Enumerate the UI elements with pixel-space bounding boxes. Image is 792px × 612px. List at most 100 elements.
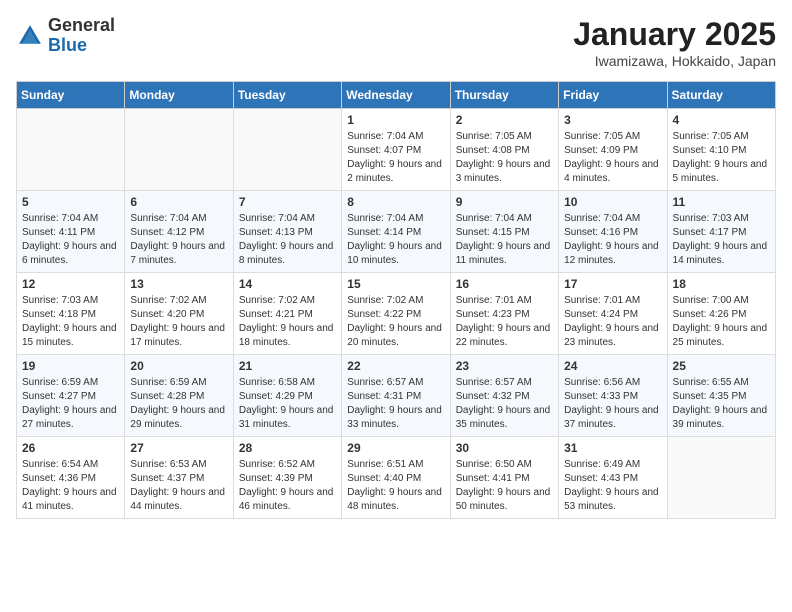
calendar-day-cell: 3 Sunrise: 7:05 AM Sunset: 4:09 PM Daylig…	[559, 109, 667, 191]
calendar-empty-cell	[233, 109, 341, 191]
location: Iwamizawa, Hokkaido, Japan	[573, 53, 776, 69]
day-number: 11	[673, 195, 770, 209]
day-info: Sunrise: 7:02 AM Sunset: 4:20 PM Dayligh…	[130, 294, 227, 350]
calendar-header: SundayMondayTuesdayWednesdayThursdayFrid…	[17, 82, 776, 109]
day-info: Sunrise: 7:03 AM Sunset: 4:17 PM Dayligh…	[673, 212, 770, 268]
calendar-week-row: 19 Sunrise: 6:59 AM Sunset: 4:27 PM Dayli…	[17, 355, 776, 437]
day-of-week-header: Thursday	[450, 82, 558, 109]
calendar-day-cell: 27Sunrise: 6:53 AM Sunset: 4:37 PM Dayli…	[125, 437, 233, 519]
calendar-day-cell: 19 Sunrise: 6:59 AM Sunset: 4:27 PM Dayli…	[17, 355, 125, 437]
day-number: 19	[22, 359, 119, 373]
calendar-week-row: 12Sunrise: 7:03 AM Sunset: 4:18 PM Dayli…	[17, 273, 776, 355]
day-info: Sunrise: 6:57 AM Sunset: 4:31 PM Dayligh…	[347, 376, 444, 432]
day-info: Sunrise: 6:52 AM Sunset: 4:39 PM Dayligh…	[239, 458, 336, 514]
day-number: 13	[130, 277, 227, 291]
calendar-day-cell: 9Sunrise: 7:04 AM Sunset: 4:15 PM Daylig…	[450, 191, 558, 273]
calendar-day-cell: 16 Sunrise: 7:01 AM Sunset: 4:23 PM Dayli…	[450, 273, 558, 355]
day-info: Sunrise: 7:02 AM Sunset: 4:21 PM Dayligh…	[239, 294, 336, 350]
calendar-day-cell: 1Sunrise: 7:04 AM Sunset: 4:07 PM Daylig…	[342, 109, 450, 191]
day-number: 15	[347, 277, 444, 291]
day-of-week-header: Wednesday	[342, 82, 450, 109]
logo-text: General Blue	[48, 16, 115, 56]
day-number: 3	[564, 113, 661, 127]
calendar-day-cell: 15 Sunrise: 7:02 AM Sunset: 4:22 PM Dayli…	[342, 273, 450, 355]
day-number: 12	[22, 277, 119, 291]
day-info: Sunrise: 7:01 AM Sunset: 4:24 PM Dayligh…	[564, 294, 661, 350]
day-info: Sunrise: 6:49 AM Sunset: 4:43 PM Dayligh…	[564, 458, 661, 514]
calendar-day-cell: 8 Sunrise: 7:04 AM Sunset: 4:14 PM Daylig…	[342, 191, 450, 273]
calendar-day-cell: 2Sunrise: 7:05 AM Sunset: 4:08 PM Daylig…	[450, 109, 558, 191]
day-info: Sunrise: 7:02 AM Sunset: 4:22 PM Dayligh…	[347, 294, 444, 350]
day-info: Sunrise: 6:58 AM Sunset: 4:29 PM Dayligh…	[239, 376, 336, 432]
generalblue-logo-icon	[16, 22, 44, 50]
calendar-empty-cell	[125, 109, 233, 191]
calendar-day-cell: 5Sunrise: 7:04 AM Sunset: 4:11 PM Daylig…	[17, 191, 125, 273]
calendar-day-cell: 6 Sunrise: 7:04 AM Sunset: 4:12 PM Daylig…	[125, 191, 233, 273]
calendar-day-cell: 10 Sunrise: 7:04 AM Sunset: 4:16 PM Dayli…	[559, 191, 667, 273]
day-info: Sunrise: 7:01 AM Sunset: 4:23 PM Dayligh…	[456, 294, 553, 350]
day-info: Sunrise: 7:04 AM Sunset: 4:12 PM Dayligh…	[130, 212, 227, 268]
day-info: Sunrise: 7:04 AM Sunset: 4:07 PM Dayligh…	[347, 130, 444, 186]
calendar-week-row: 5Sunrise: 7:04 AM Sunset: 4:11 PM Daylig…	[17, 191, 776, 273]
day-number: 6	[130, 195, 227, 209]
calendar-day-cell: 18 Sunrise: 7:00 AM Sunset: 4:26 PM Dayli…	[667, 273, 775, 355]
calendar-day-cell: 28 Sunrise: 6:52 AM Sunset: 4:39 PM Dayli…	[233, 437, 341, 519]
calendar-day-cell: 23Sunrise: 6:57 AM Sunset: 4:32 PM Dayli…	[450, 355, 558, 437]
day-number: 7	[239, 195, 336, 209]
day-info: Sunrise: 7:05 AM Sunset: 4:08 PM Dayligh…	[456, 130, 553, 186]
day-number: 24	[564, 359, 661, 373]
day-number: 20	[130, 359, 227, 373]
day-number: 31	[564, 441, 661, 455]
day-of-week-header: Sunday	[17, 82, 125, 109]
calendar-day-cell: 11 Sunrise: 7:03 AM Sunset: 4:17 PM Dayli…	[667, 191, 775, 273]
day-of-week-header: Monday	[125, 82, 233, 109]
calendar-day-cell: 4Sunrise: 7:05 AM Sunset: 4:10 PM Daylig…	[667, 109, 775, 191]
day-number: 14	[239, 277, 336, 291]
day-number: 30	[456, 441, 553, 455]
day-info: Sunrise: 6:59 AM Sunset: 4:28 PM Dayligh…	[130, 376, 227, 432]
day-number: 9	[456, 195, 553, 209]
calendar-day-cell: 30Sunrise: 6:50 AM Sunset: 4:41 PM Dayli…	[450, 437, 558, 519]
day-info: Sunrise: 6:59 AM Sunset: 4:27 PM Dayligh…	[22, 376, 119, 432]
calendar-day-cell: 7 Sunrise: 7:04 AM Sunset: 4:13 PM Daylig…	[233, 191, 341, 273]
day-number: 29	[347, 441, 444, 455]
calendar-week-row: 26 Sunrise: 6:54 AM Sunset: 4:36 PM Dayli…	[17, 437, 776, 519]
calendar-day-cell: 31 Sunrise: 6:49 AM Sunset: 4:43 PM Dayli…	[559, 437, 667, 519]
day-info: Sunrise: 7:04 AM Sunset: 4:16 PM Dayligh…	[564, 212, 661, 268]
day-of-week-header: Saturday	[667, 82, 775, 109]
day-info: Sunrise: 6:56 AM Sunset: 4:33 PM Dayligh…	[564, 376, 661, 432]
day-number: 16	[456, 277, 553, 291]
calendar-empty-cell	[667, 437, 775, 519]
day-number: 26	[22, 441, 119, 455]
day-number: 21	[239, 359, 336, 373]
day-number: 10	[564, 195, 661, 209]
month-title: January 2025	[573, 16, 776, 53]
day-number: 18	[673, 277, 770, 291]
calendar-day-cell: 14 Sunrise: 7:02 AM Sunset: 4:21 PM Dayli…	[233, 273, 341, 355]
day-info: Sunrise: 6:57 AM Sunset: 4:32 PM Dayligh…	[456, 376, 553, 432]
day-number: 8	[347, 195, 444, 209]
day-info: Sunrise: 6:54 AM Sunset: 4:36 PM Dayligh…	[22, 458, 119, 514]
day-number: 22	[347, 359, 444, 373]
calendar-day-cell: 29 Sunrise: 6:51 AM Sunset: 4:40 PM Dayli…	[342, 437, 450, 519]
calendar-body: 1Sunrise: 7:04 AM Sunset: 4:07 PM Daylig…	[17, 109, 776, 519]
day-info: Sunrise: 7:00 AM Sunset: 4:26 PM Dayligh…	[673, 294, 770, 350]
calendar-day-cell: 12Sunrise: 7:03 AM Sunset: 4:18 PM Dayli…	[17, 273, 125, 355]
calendar-day-cell: 22 Sunrise: 6:57 AM Sunset: 4:31 PM Dayli…	[342, 355, 450, 437]
calendar-day-cell: 26 Sunrise: 6:54 AM Sunset: 4:36 PM Dayli…	[17, 437, 125, 519]
day-info: Sunrise: 7:04 AM Sunset: 4:13 PM Dayligh…	[239, 212, 336, 268]
page-header: General Blue January 2025 Iwamizawa, Hok…	[16, 16, 776, 69]
calendar-day-cell: 17Sunrise: 7:01 AM Sunset: 4:24 PM Dayli…	[559, 273, 667, 355]
day-info: Sunrise: 7:05 AM Sunset: 4:09 PM Dayligh…	[564, 130, 661, 186]
day-of-week-header: Tuesday	[233, 82, 341, 109]
day-info: Sunrise: 6:51 AM Sunset: 4:40 PM Dayligh…	[347, 458, 444, 514]
day-info: Sunrise: 6:55 AM Sunset: 4:35 PM Dayligh…	[673, 376, 770, 432]
calendar-day-cell: 13 Sunrise: 7:02 AM Sunset: 4:20 PM Dayli…	[125, 273, 233, 355]
day-number: 5	[22, 195, 119, 209]
day-number: 25	[673, 359, 770, 373]
calendar-week-row: 1Sunrise: 7:04 AM Sunset: 4:07 PM Daylig…	[17, 109, 776, 191]
day-info: Sunrise: 7:04 AM Sunset: 4:14 PM Dayligh…	[347, 212, 444, 268]
calendar-day-cell: 20 Sunrise: 6:59 AM Sunset: 4:28 PM Dayli…	[125, 355, 233, 437]
day-number: 4	[673, 113, 770, 127]
day-number: 28	[239, 441, 336, 455]
